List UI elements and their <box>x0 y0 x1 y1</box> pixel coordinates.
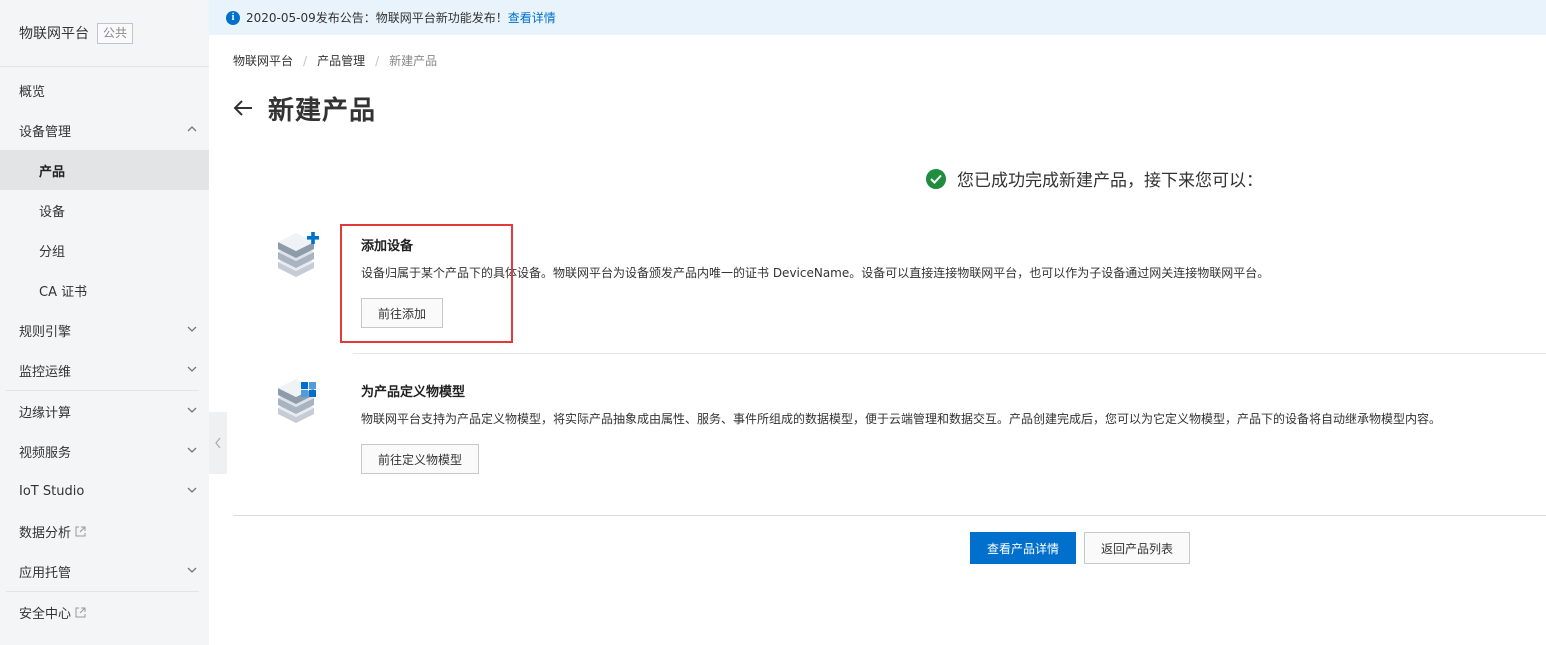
breadcrumb-item-iot-platform[interactable]: 物联网平台 <box>233 52 293 69</box>
sidebar-item-label: 数据分析 <box>19 525 72 541</box>
sidebar-item-rule-engine[interactable]: 规则引擎 <box>0 310 209 350</box>
highlight-box <box>340 224 513 343</box>
sidebar-item-monitoring[interactable]: 监控运维 <box>0 350 209 390</box>
region-badge[interactable]: 公共 <box>97 22 134 44</box>
info-icon: i <box>226 10 240 25</box>
announcement-text: 2020-05-09发布公告：物联网平台新功能发布！ <box>246 11 508 25</box>
sidebar-item-label: 应用托管 <box>19 565 72 581</box>
chevron-down-icon <box>187 366 197 372</box>
sidebar-item-label: 边缘计算 <box>19 405 72 421</box>
sidebar: 物联网平台 公共 概览 设备管理 产品 设备 分组 CA 证书 规则引擎 监控运… <box>0 0 209 645</box>
sidebar-item-label: 设备管理 <box>19 124 72 140</box>
sidebar-item-label: 安全中心 <box>19 606 72 622</box>
sidebar-item-label: 概览 <box>19 84 46 100</box>
sidebar-item-label: CA 证书 <box>39 284 88 300</box>
chevron-down-icon <box>187 447 197 453</box>
sidebar-item-label: IoT Studio <box>19 483 85 499</box>
chevron-down-icon <box>187 407 197 413</box>
sidebar-collapse-button[interactable] <box>209 412 227 474</box>
sidebar-item-overview[interactable]: 概览 <box>0 70 209 110</box>
sidebar-item-data-analysis[interactable]: 数据分析 <box>0 511 209 551</box>
sidebar-item-security-center[interactable]: 安全中心 <box>0 592 209 632</box>
chevron-left-icon <box>215 437 221 449</box>
add-device-icon <box>278 232 319 277</box>
breadcrumb: 物联网平台 / 产品管理 / 新建产品 <box>233 52 437 69</box>
check-circle-icon <box>926 168 946 189</box>
sidebar-item-label: 分组 <box>39 244 66 260</box>
external-link-icon <box>75 607 86 617</box>
success-text: 您已成功完成新建产品，接下来您可以： <box>957 171 1263 191</box>
sidebar-item-label: 规则引擎 <box>19 324 72 340</box>
sidebar-item-device-management[interactable]: 设备管理 <box>0 110 209 150</box>
chevron-down-icon <box>187 567 197 573</box>
sidebar-item-ca-cert[interactable]: CA 证书 <box>0 270 209 310</box>
breadcrumb-item-current: 新建产品 <box>389 54 438 68</box>
breadcrumb-separator: / <box>375 53 380 68</box>
sidebar-item-label: 产品 <box>39 164 66 180</box>
back-to-product-list-button[interactable]: 返回产品列表 <box>1084 532 1190 564</box>
chevron-down-icon <box>187 487 197 493</box>
chevron-up-icon <box>187 126 197 132</box>
thing-model-icon <box>278 379 316 423</box>
sidebar-item-label: 监控运维 <box>19 364 72 380</box>
external-link-icon <box>75 526 86 536</box>
breadcrumb-separator: / <box>303 53 308 68</box>
sidebar-item-video-service[interactable]: 视频服务 <box>0 431 209 471</box>
sidebar-item-group[interactable]: 分组 <box>0 230 209 270</box>
back-arrow-icon[interactable] <box>232 97 254 119</box>
announcement-link[interactable]: 查看详情 <box>508 9 556 26</box>
go-define-thing-model-button[interactable]: 前往定义物模型 <box>361 444 479 474</box>
step-desc-thing-model: 物联网平台支持为产品定义物模型，将实际产品抽象成由属性、服务、事件所组成的数据模… <box>361 412 1442 426</box>
sidebar-item-label: 视频服务 <box>19 445 72 461</box>
view-product-details-button[interactable]: 查看产品详情 <box>970 532 1076 564</box>
breadcrumb-item-product-management[interactable]: 产品管理 <box>317 52 365 69</box>
chevron-down-icon <box>187 326 197 332</box>
sidebar-item-label: 设备 <box>39 204 66 220</box>
sidebar-item-app-hosting[interactable]: 应用托管 <box>0 551 209 591</box>
sidebar-header: 物联网平台 公共 <box>0 0 209 67</box>
page-title: 新建产品 <box>268 96 377 126</box>
sidebar-item-device[interactable]: 设备 <box>0 190 209 230</box>
sidebar-item-edge-computing[interactable]: 边缘计算 <box>0 391 209 431</box>
footer-divider <box>233 515 1546 516</box>
step-title-thing-model: 为产品定义物模型 <box>361 385 466 400</box>
announcement-bar: i 2020-05-09发布公告：物联网平台新功能发布！ 查看详情 <box>209 0 1546 35</box>
success-message: 您已成功完成新建产品，接下来您可以： <box>926 166 1263 191</box>
sidebar-item-product[interactable]: 产品 <box>0 150 209 190</box>
sidebar-item-iot-studio[interactable]: IoT Studio <box>0 471 209 511</box>
step-divider <box>353 353 1546 354</box>
sidebar-title: 物联网平台 <box>19 26 89 42</box>
